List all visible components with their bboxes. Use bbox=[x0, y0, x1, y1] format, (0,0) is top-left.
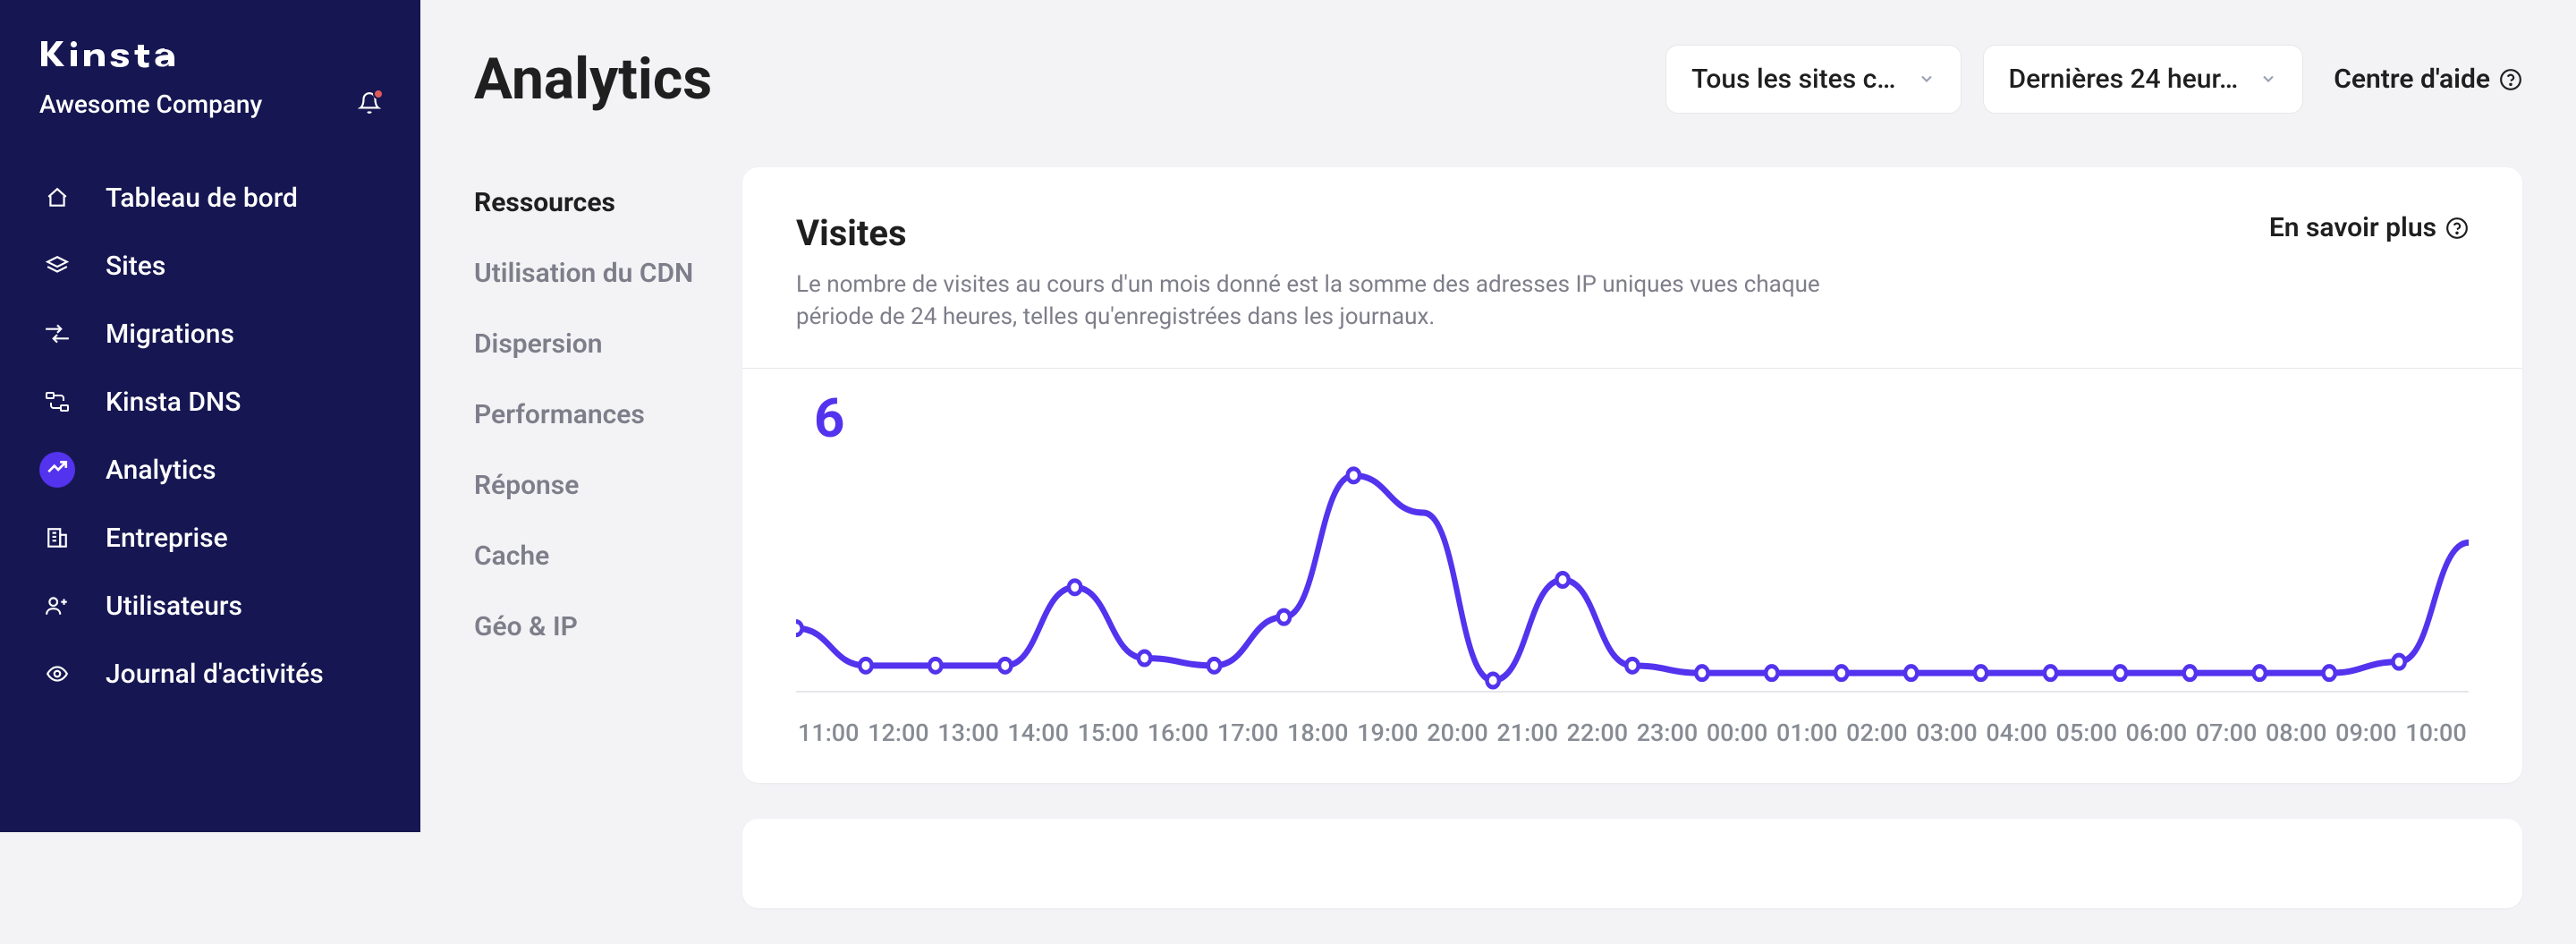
nav-item-label: Analytics bbox=[106, 455, 216, 486]
x-tick: 16:00 bbox=[1148, 719, 1209, 747]
nav-item-layers[interactable]: Sites bbox=[21, 232, 399, 300]
x-tick: 10:00 bbox=[2405, 719, 2467, 747]
nav-item-home[interactable]: Tableau de bord bbox=[21, 164, 399, 232]
x-tick: 14:00 bbox=[1007, 719, 1069, 747]
x-axis-ticks: 11:00 12:00 13:00 14:00 15:00 16:00 17:00 18:00… bbox=[796, 719, 2469, 747]
visits-card: Visites Le nombre de visites au cours d'… bbox=[742, 167, 2522, 783]
x-tick: 08:00 bbox=[2266, 719, 2327, 747]
x-tick: 19:00 bbox=[1357, 719, 1419, 747]
nav-item-label: Tableau de bord bbox=[106, 183, 298, 214]
company-icon bbox=[39, 520, 75, 556]
nav-item-label: Sites bbox=[106, 251, 165, 282]
home-icon bbox=[39, 180, 75, 216]
kinsta-logo[interactable] bbox=[39, 36, 200, 72]
x-tick: 00:00 bbox=[1707, 719, 1768, 747]
subnav-item[interactable]: Géo & IP bbox=[474, 591, 707, 662]
chevron-down-icon bbox=[1918, 64, 1936, 95]
subnav: RessourcesUtilisation du CDNDispersionPe… bbox=[474, 167, 707, 944]
x-tick: 20:00 bbox=[1427, 719, 1488, 747]
nav-item-migrate[interactable]: Migrations bbox=[21, 300, 399, 368]
x-tick: 15:00 bbox=[1078, 719, 1140, 747]
range-select-label: Dernières 24 heur… bbox=[2009, 64, 2239, 95]
x-tick: 02:00 bbox=[1846, 719, 1908, 747]
subnav-item[interactable]: Cache bbox=[474, 521, 707, 591]
card-description: Le nombre de visites au cours d'un mois … bbox=[796, 268, 1896, 334]
chevron-down-icon bbox=[2259, 64, 2277, 95]
nav-item-label: Entreprise bbox=[106, 523, 228, 554]
x-tick: 18:00 bbox=[1287, 719, 1349, 747]
divider bbox=[742, 368, 2522, 369]
x-tick: 13:00 bbox=[937, 719, 999, 747]
sites-select-label: Tous les sites c… bbox=[1691, 64, 1895, 95]
x-tick: 17:00 bbox=[1217, 719, 1279, 747]
card-title: Visites bbox=[796, 212, 1896, 254]
brand-row bbox=[21, 36, 399, 72]
subnav-item[interactable]: Dispersion bbox=[474, 309, 707, 379]
x-tick: 12:00 bbox=[868, 719, 929, 747]
nav-item-analytics[interactable]: Analytics bbox=[21, 436, 399, 504]
notifications-icon[interactable] bbox=[358, 91, 381, 118]
dns-icon bbox=[39, 384, 75, 420]
x-tick: 22:00 bbox=[1567, 719, 1629, 747]
nav-item-label: Utilisateurs bbox=[106, 591, 242, 622]
nav-item-dns[interactable]: Kinsta DNS bbox=[21, 368, 399, 436]
x-tick: 21:00 bbox=[1496, 719, 1558, 747]
x-tick: 01:00 bbox=[1776, 719, 1838, 747]
nav-item-label: Kinsta DNS bbox=[106, 387, 241, 418]
nav-item-label: Journal d'activités bbox=[106, 659, 324, 690]
notification-dot bbox=[373, 89, 384, 99]
migrate-icon bbox=[39, 316, 75, 352]
subnav-item[interactable]: Réponse bbox=[474, 450, 707, 521]
subnav-item[interactable]: Ressources bbox=[474, 167, 707, 238]
layers-icon bbox=[39, 248, 75, 284]
learn-more-label: En savoir plus bbox=[2269, 212, 2436, 243]
visits-total: 6 bbox=[814, 387, 2469, 450]
learn-more-link[interactable]: En savoir plus bbox=[2269, 212, 2469, 243]
subnav-item[interactable]: Utilisation du CDN bbox=[474, 238, 707, 309]
nav-item-label: Migrations bbox=[106, 319, 234, 350]
help-center-label: Centre d'aide bbox=[2334, 64, 2490, 95]
x-tick: 05:00 bbox=[2056, 719, 2118, 747]
nav-item-eye[interactable]: Journal d'activités bbox=[21, 640, 399, 708]
sidebar: Awesome Company Tableau de bord Sites Migr… bbox=[0, 0, 420, 832]
topbar: Analytics Tous les sites c… Dernières 24… bbox=[420, 0, 2576, 140]
x-tick: 04:00 bbox=[1986, 719, 2047, 747]
subnav-item[interactable]: Performances bbox=[474, 379, 707, 450]
analytics-icon bbox=[39, 452, 75, 488]
range-select[interactable]: Dernières 24 heur… bbox=[1983, 45, 2304, 114]
page-title: Analytics bbox=[474, 46, 712, 113]
users-icon bbox=[39, 588, 75, 624]
x-tick: 23:00 bbox=[1637, 719, 1699, 747]
main: Analytics Tous les sites c… Dernières 24… bbox=[420, 0, 2576, 832]
visits-chart: 11:00 12:00 13:00 14:00 15:00 16:00 17:00 18:00… bbox=[796, 459, 2469, 747]
top-controls: Tous les sites c… Dernières 24 heur… Cen… bbox=[1665, 45, 2522, 114]
x-tick: 09:00 bbox=[2335, 719, 2397, 747]
help-center-link[interactable]: Centre d'aide bbox=[2334, 64, 2522, 95]
sites-select[interactable]: Tous les sites c… bbox=[1665, 45, 1961, 114]
x-tick: 03:00 bbox=[1916, 719, 1978, 747]
company-name[interactable]: Awesome Company bbox=[39, 89, 262, 119]
eye-icon bbox=[39, 656, 75, 692]
nav-item-company[interactable]: Entreprise bbox=[21, 504, 399, 572]
nav-list: Tableau de bord Sites Migrations Kinsta DNS… bbox=[21, 164, 399, 708]
nav-item-users[interactable]: Utilisateurs bbox=[21, 572, 399, 640]
x-tick: 11:00 bbox=[798, 719, 860, 747]
x-tick: 06:00 bbox=[2126, 719, 2188, 747]
x-tick: 07:00 bbox=[2196, 719, 2258, 747]
